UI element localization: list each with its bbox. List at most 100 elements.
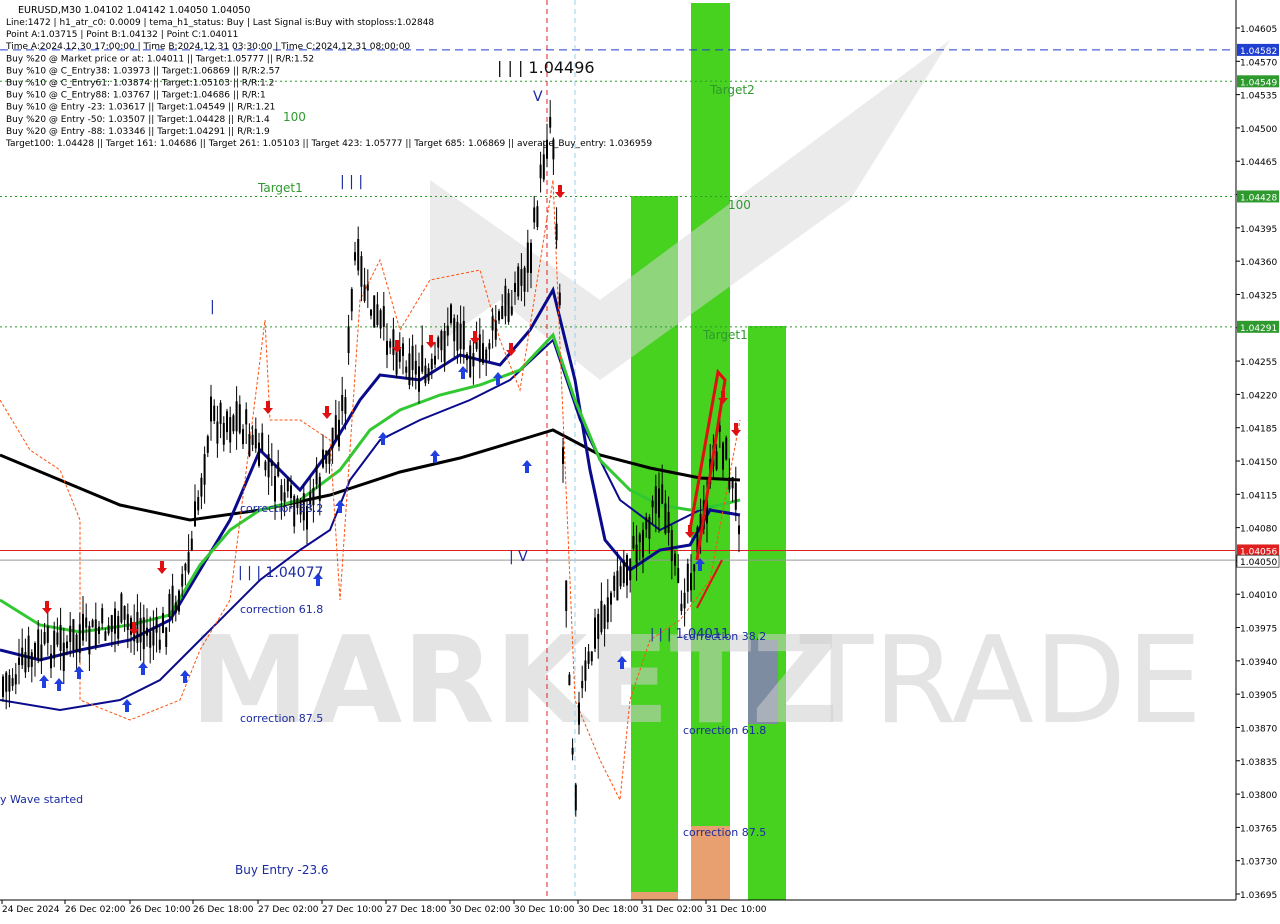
candle-body bbox=[667, 511, 670, 533]
chart-root: MARKETZ TRADE | | | 1.04496 | | | 1.04077 |… bbox=[0, 0, 1280, 920]
candle-body bbox=[341, 394, 344, 412]
candle-body bbox=[466, 353, 468, 361]
candle-body bbox=[43, 632, 46, 644]
y-tick-label: 1.04325 bbox=[1240, 291, 1277, 301]
candle-body bbox=[437, 337, 440, 348]
annotation-label: | bbox=[210, 299, 215, 315]
candle-body bbox=[597, 614, 600, 639]
candle-body bbox=[242, 429, 244, 445]
candle-body bbox=[533, 207, 536, 223]
candle-body bbox=[498, 311, 500, 321]
x-tick-label: 30 Dec 10:00 bbox=[514, 905, 575, 915]
header-line: Point A:1.03715 | Point B:1.04132 | Poin… bbox=[6, 30, 238, 40]
candle-body bbox=[286, 478, 289, 492]
candle-body bbox=[482, 343, 484, 364]
candle-body bbox=[674, 553, 676, 566]
x-tick-label: 30 Dec 18:00 bbox=[578, 905, 639, 915]
candle-body bbox=[629, 558, 632, 581]
header-line: Buy %20 @ Market price or at: 1.04011 ||… bbox=[6, 54, 314, 64]
y-tick-label: 1.04360 bbox=[1240, 258, 1277, 268]
candle-body bbox=[27, 635, 30, 668]
candle-body bbox=[123, 605, 126, 620]
candle-body bbox=[456, 321, 459, 351]
x-tick-label: 24 Dec 2024 bbox=[2, 905, 60, 915]
candle-body bbox=[363, 284, 366, 301]
candle-body bbox=[494, 320, 497, 340]
annotation-label: Target1 bbox=[702, 328, 748, 342]
candle-body bbox=[267, 453, 270, 478]
candle-body bbox=[376, 304, 379, 326]
candle-body bbox=[258, 442, 260, 466]
y-tick-label: 1.03695 bbox=[1240, 891, 1277, 901]
candle-body bbox=[584, 660, 587, 681]
candle-body bbox=[626, 555, 628, 586]
candle-body bbox=[190, 538, 193, 551]
annotation-label: | | | 1.04496 bbox=[497, 58, 595, 77]
candle-body bbox=[194, 501, 196, 527]
header-line: Target100: 1.04428 || Target 161: 1.0468… bbox=[5, 139, 652, 149]
candle-body bbox=[504, 285, 507, 317]
candle-body bbox=[245, 409, 248, 425]
y-tick-label: 1.03940 bbox=[1240, 658, 1277, 668]
candle-body bbox=[536, 206, 539, 228]
candle-body bbox=[14, 674, 17, 685]
candle-body bbox=[101, 608, 104, 624]
candle-body bbox=[56, 632, 59, 645]
y-tick-label: 1.03730 bbox=[1240, 858, 1277, 868]
candle-body bbox=[443, 331, 446, 362]
candle-body bbox=[354, 252, 356, 261]
candle-body bbox=[542, 154, 545, 180]
candle-body bbox=[290, 485, 292, 499]
x-tick-label: 26 Dec 02:00 bbox=[65, 905, 126, 915]
candle-body bbox=[110, 615, 113, 632]
y-tick-label: 1.04500 bbox=[1240, 125, 1277, 135]
y-tick-label: 1.03765 bbox=[1240, 824, 1277, 834]
y-tick-label: 1.03905 bbox=[1240, 691, 1277, 701]
candle-body bbox=[85, 617, 88, 628]
candle-body bbox=[418, 366, 420, 392]
candle-body bbox=[18, 657, 20, 665]
annotation-label: correction 61.8 bbox=[240, 603, 323, 616]
candle-body bbox=[219, 402, 222, 424]
annotation-label: correction 38.2 bbox=[683, 630, 766, 643]
candle-body bbox=[165, 627, 168, 647]
candle-body bbox=[526, 242, 529, 273]
candle-body bbox=[69, 625, 72, 643]
header-line: Buy %20 @ Entry -50: 1.03507 || Target:1… bbox=[6, 115, 270, 125]
candle-body bbox=[440, 331, 443, 351]
annotation-label: | | | bbox=[340, 174, 363, 190]
candle-body bbox=[11, 678, 14, 687]
price-tag-label: 1.04291 bbox=[1240, 324, 1277, 334]
candle-body bbox=[565, 580, 568, 611]
candle-body bbox=[62, 642, 65, 672]
candle-body bbox=[562, 447, 564, 464]
candle-body bbox=[514, 283, 516, 293]
candle-body bbox=[78, 624, 81, 654]
candle-body bbox=[648, 517, 651, 539]
candle-body bbox=[142, 617, 145, 650]
candle-body bbox=[658, 488, 660, 518]
price-tag-label: 1.04050 bbox=[1240, 558, 1277, 568]
x-tick-label: 26 Dec 18:00 bbox=[193, 905, 254, 915]
candle-body bbox=[82, 613, 84, 641]
candle-body bbox=[725, 437, 728, 460]
candle-body bbox=[392, 329, 395, 356]
candle-body bbox=[734, 482, 737, 510]
candle-body bbox=[427, 368, 430, 381]
candle-body bbox=[322, 449, 324, 468]
candle-body bbox=[254, 428, 257, 449]
candle-body bbox=[357, 238, 360, 271]
candle-body bbox=[274, 476, 276, 502]
y-tick-label: 1.04080 bbox=[1240, 525, 1277, 535]
candle-body bbox=[472, 353, 475, 367]
candle-body bbox=[693, 564, 696, 572]
candle-body bbox=[280, 485, 283, 501]
y-tick-label: 1.04605 bbox=[1240, 25, 1277, 35]
y-tick-label: 1.04255 bbox=[1240, 358, 1277, 368]
candle-body bbox=[66, 641, 68, 649]
candle-body bbox=[638, 534, 641, 543]
candle-body bbox=[555, 223, 558, 241]
candle-body bbox=[277, 462, 280, 477]
candle-body bbox=[347, 326, 350, 354]
candle-body bbox=[581, 680, 584, 689]
